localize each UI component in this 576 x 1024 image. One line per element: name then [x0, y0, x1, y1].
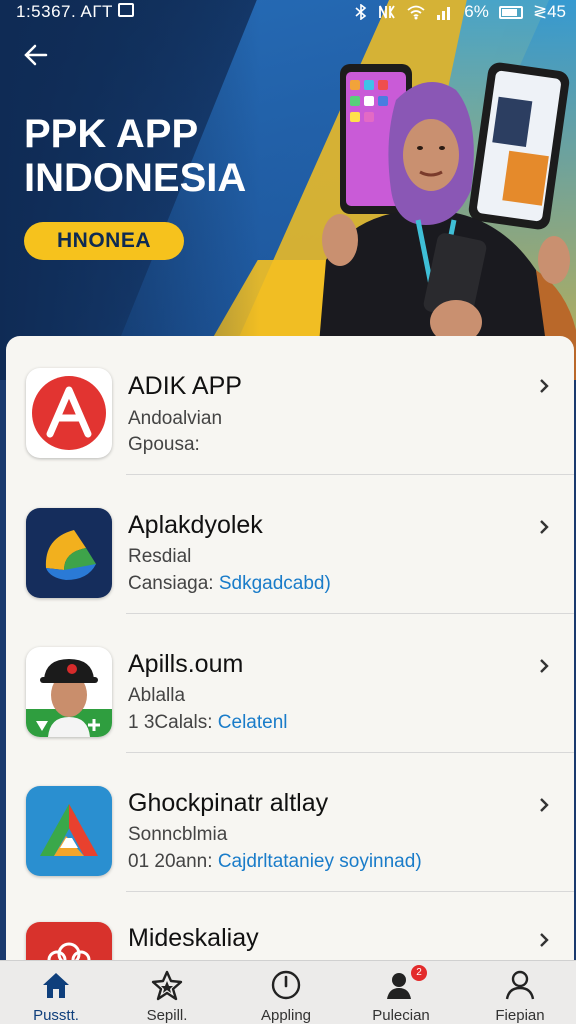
nfc-icon [379, 5, 396, 19]
app-name: Aplakdyolek [128, 511, 263, 539]
app-list-item[interactable]: Ghockpinatr altlay Sonncblmia 01 20ann: … [6, 753, 574, 892]
app-meta-label: 01 20ann: [128, 851, 213, 872]
ghockpinatr-app-icon [26, 786, 112, 876]
hero-title: PPK APP INDONESIA [24, 112, 247, 200]
app-name: Apills.oum [128, 650, 244, 678]
app-meta-link[interactable]: Sdkgadcabd) [219, 573, 331, 594]
app-meta-label: 1 3Calals: [128, 712, 213, 733]
app-meta: Cansiaga: Sdkgadcabd) [128, 573, 331, 595]
status-time: 1:5367. AГT [16, 2, 113, 21]
bottom-navigation-bar: Pusstt. Sepill. Appling 2 Pulecian Fiepi… [0, 960, 576, 1024]
app-list-item[interactable]: ADIK APP Andoalvian Gpousa: [6, 336, 574, 475]
nav-item-profile[interactable]: Fiepian [470, 961, 570, 1024]
battery-icon [498, 5, 523, 19]
app-meta-link[interactable]: Cajdrltataniey soyinnad) [218, 851, 422, 872]
app-subtitle: Resdial [128, 546, 192, 567]
nav-item-favorites[interactable]: Sepill. [117, 961, 217, 1024]
person-icon [505, 970, 535, 1000]
status-right-icons: 6% ≷45 [354, 2, 566, 22]
app-subtitle: Ablalla [128, 685, 186, 706]
app-list-item[interactable]: Aplakdyolek Resdial Cansiaga: Sdkgadcabd… [6, 475, 574, 614]
chevron-right-icon [540, 933, 549, 947]
adik-app-icon [26, 368, 112, 458]
status-bar: 1:5367. AГT 6% ≷45 [0, 0, 576, 26]
app-list-card: ADIK APP Andoalvian Gpousa: Aplakdyolek … [6, 336, 574, 976]
nav-label: Pusstt. [33, 1007, 79, 1024]
hero-banner: 1:5367. AГT 6% ≷45 PPK APP INDONESIA HNO… [0, 0, 576, 380]
nav-label: Appling [260, 1007, 312, 1024]
chevron-right-icon [540, 379, 549, 393]
signal-icon [437, 7, 451, 20]
back-arrow-icon[interactable] [22, 40, 52, 70]
hero-person-with-phones-image [316, 62, 576, 380]
home-icon [43, 973, 69, 998]
star-icon [151, 970, 183, 1001]
app-subtitle: Andoalvian [128, 408, 223, 429]
app-name: Mideskaliay [128, 924, 259, 952]
aplakdyolek-app-icon [26, 508, 112, 598]
battery-percent: 6% [464, 2, 489, 21]
app-meta-link[interactable]: Celatenl [218, 712, 288, 733]
nav-item-history[interactable]: Appling [236, 961, 336, 1024]
nav-item-home[interactable]: Pusstt. [6, 961, 106, 1024]
app-meta: Gpousa: [128, 434, 200, 456]
app-name: ADIK APP [128, 372, 242, 400]
chevron-right-icon [540, 520, 549, 534]
chevron-right-icon [540, 659, 549, 673]
bluetooth-icon [355, 4, 367, 20]
app-meta-label: Cansiaga: [128, 573, 214, 594]
app-list-item[interactable]: Apills.oum Ablalla 1 3Calals: Celatenl [6, 614, 574, 753]
wifi-icon [407, 5, 425, 20]
nav-label: Pulecian [372, 1007, 430, 1024]
status-extra: ≷45 [532, 2, 566, 21]
app-meta: 1 3Calals: Celatenl [128, 712, 288, 734]
apills-app-icon [26, 647, 112, 737]
nav-label: Fiepian [495, 1007, 545, 1024]
app-name: Ghockpinatr altlay [128, 789, 329, 817]
nav-item-notifications[interactable]: 2 Pulecian [351, 961, 451, 1024]
clock-icon [271, 970, 301, 1000]
app-meta-label: Gpousa: [128, 434, 200, 455]
app-meta: 01 20ann: Cajdrltataniey soyinnad) [128, 851, 422, 873]
chevron-right-icon [540, 798, 549, 812]
hero-badge-button[interactable]: HNONEA [24, 222, 184, 260]
lock-icon [118, 3, 134, 17]
app-subtitle: Sonncblmia [128, 824, 228, 845]
notification-badge: 2 [411, 965, 427, 981]
nav-label: Sepill. [146, 1007, 188, 1024]
